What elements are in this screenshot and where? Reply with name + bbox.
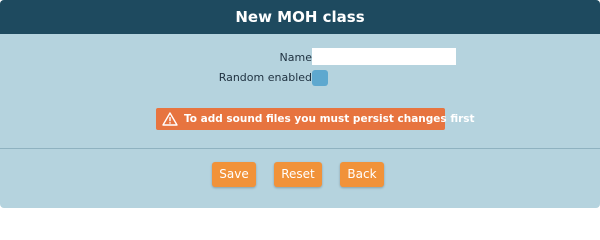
name-label: Name: [279, 51, 312, 64]
warning-triangle-icon: [162, 112, 178, 126]
persist-warning-banner: To add sound files you must persist chan…: [156, 108, 475, 130]
reset-button[interactable]: Reset: [274, 162, 322, 187]
random-enabled-label: Random enabled: [218, 71, 312, 84]
moh-class-panel: New MOH class Name Random enabled To add…: [0, 0, 600, 208]
save-button[interactable]: Save: [212, 162, 256, 187]
back-button[interactable]: Back: [340, 162, 384, 187]
warning-text: To add sound files you must persist chan…: [184, 113, 475, 125]
divider: [0, 148, 600, 149]
name-input[interactable]: [312, 48, 456, 65]
panel-title: New MOH class: [0, 0, 600, 34]
random-enabled-checkbox[interactable]: [312, 70, 328, 86]
